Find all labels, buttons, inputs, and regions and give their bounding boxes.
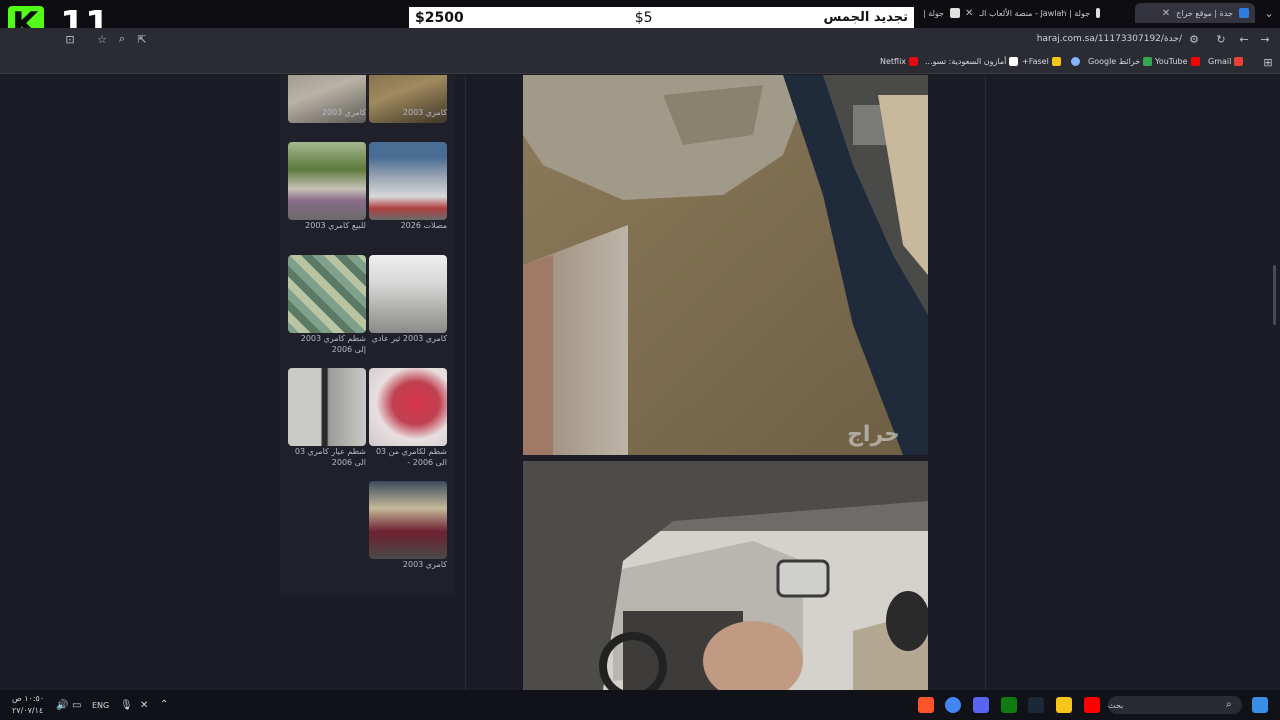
microphone-icon[interactable]: 🎙: [120, 700, 133, 711]
amazon-icon: [1009, 57, 1019, 66]
maps-icon: [1143, 57, 1153, 66]
listing-title[interactable]: كامري 2003: [369, 107, 447, 118]
clock-date[interactable]: ٢٧/٠٧/١٤: [12, 706, 43, 715]
forward-arrow-icon[interactable]: ←: [1237, 32, 1251, 46]
listing-title[interactable]: كامري 2003: [288, 107, 366, 118]
tab-jawlah-2[interactable]: جولة |: [910, 3, 960, 23]
bookmark-globe[interactable]: [1068, 57, 1080, 66]
brave-icon[interactable]: [918, 697, 934, 713]
bookmark-youtube[interactable]: YouTube: [1155, 57, 1200, 66]
overlay-amount: $5: [634, 9, 653, 26]
search-icon: ⌕: [1226, 699, 1232, 710]
bookmark-google-maps[interactable]: خرائط Google: [1088, 57, 1153, 66]
site-settings-icon[interactable]: ⚙: [1187, 32, 1201, 46]
listing-title[interactable]: للبيع كامري 2003: [288, 220, 366, 231]
jawlah-favicon-icon: [950, 8, 960, 18]
bookmark-fasel[interactable]: Fasel+: [1022, 57, 1061, 66]
volume-icon[interactable]: 🔊: [56, 700, 68, 711]
related-listings-panel: كامري 2003 كامري 2003 مصلات 2026 للبيع ك…: [280, 75, 455, 595]
column-divider: [985, 75, 986, 690]
listing-title[interactable]: مصلات 2026: [369, 220, 447, 231]
bookmark-amazon[interactable]: أمازون السعودية: تسو...: [925, 57, 1019, 66]
language-indicator[interactable]: ENG: [92, 701, 109, 710]
file-explorer-icon[interactable]: [1056, 697, 1072, 713]
netflix-icon: [909, 57, 919, 66]
close-tab-icon[interactable]: ✕: [965, 8, 973, 19]
tab-title: جولة | Jawlah - منصة الألعاب الـ: [979, 8, 1091, 18]
gmail-icon: [1234, 57, 1244, 66]
photo-car-door-ground: [523, 75, 928, 455]
photo-car-interior: [523, 461, 928, 690]
listing-thumbnail[interactable]: [369, 255, 447, 333]
scrollbar-thumb[interactable]: [1273, 265, 1276, 325]
xbox-icon[interactable]: [1001, 697, 1017, 713]
jawlah-favicon-icon: [1096, 8, 1100, 18]
listing-title[interactable]: شطم كامري 2003 إلى 2006: [288, 333, 366, 355]
apps-grid-icon[interactable]: ⊞: [1261, 55, 1275, 69]
taskbar-search-input[interactable]: بحث: [1108, 696, 1242, 714]
windows-start-icon[interactable]: [1252, 697, 1268, 713]
show-hidden-icons-icon[interactable]: ⌃: [160, 699, 168, 710]
zoom-icon[interactable]: ⌕: [115, 32, 129, 46]
bookmark-netflix[interactable]: Netflix: [880, 57, 919, 66]
url-field[interactable]: haraj.com.sa/11173307192/جدة/: [1000, 34, 1182, 46]
column-divider: [465, 75, 466, 690]
page-content: كامري 2003 كامري 2003 مصلات 2026 للبيع ك…: [0, 75, 1280, 690]
listing-title[interactable]: شطم لكامري من 03 الى 2006 -: [369, 446, 447, 468]
chrome-icon[interactable]: [945, 697, 961, 713]
overlay-title: تجديد الجمس: [823, 10, 908, 25]
tab-title: جولة |: [922, 8, 944, 18]
donation-overlay: $2500 $5 تجديد الجمس: [409, 7, 914, 28]
bookmark-star-icon[interactable]: ☆: [95, 32, 109, 46]
overlay-price: $2500: [415, 9, 464, 26]
listing-title[interactable]: كامري 2003: [369, 559, 447, 570]
tab-title: جدة | موقع حراج: [1176, 8, 1233, 18]
bookmark-gmail[interactable]: Gmail: [1208, 57, 1244, 66]
listing-thumbnail[interactable]: [369, 142, 447, 220]
tab-haraj[interactable]: جدة | موقع حراج ✕: [1135, 3, 1255, 23]
fasel-icon: [1051, 57, 1061, 66]
listing-thumbnail[interactable]: [288, 368, 366, 446]
listing-photo[interactable]: حراج: [523, 75, 928, 455]
tab-jawlah[interactable]: جولة | Jawlah - منصة الألعاب الـ ✕: [965, 3, 1100, 23]
listing-thumbnail[interactable]: [288, 255, 366, 333]
network-icon[interactable]: ▭: [72, 700, 81, 711]
listing-thumbnail[interactable]: [288, 142, 366, 220]
youtube-app-icon[interactable]: [1084, 697, 1100, 713]
haraj-watermark: حراج: [847, 422, 900, 447]
steam-icon[interactable]: [1028, 697, 1044, 713]
listing-thumbnail[interactable]: [369, 368, 447, 446]
reload-icon[interactable]: ↻: [1214, 32, 1228, 46]
tab-menu-icon[interactable]: ⌄: [1262, 6, 1276, 20]
extensions-icon[interactable]: ⊡: [63, 32, 77, 46]
listing-title[interactable]: شطم عيار كامري 03 الى 2006: [288, 446, 366, 468]
discord-icon[interactable]: [973, 697, 989, 713]
back-arrow-icon[interactable]: →: [1258, 32, 1272, 46]
youtube-icon: [1190, 57, 1200, 66]
listing-thumbnail[interactable]: [369, 481, 447, 559]
globe-icon: [1071, 57, 1080, 66]
haraj-favicon-icon: [1239, 8, 1249, 18]
listing-photo[interactable]: [523, 461, 928, 690]
share-icon[interactable]: ⇱: [135, 32, 149, 46]
listing-title[interactable]: كامري 2003 ثير عادي: [369, 333, 447, 344]
clock-time[interactable]: ١٠:٥٠ ص: [12, 694, 44, 703]
notifications-off-icon[interactable]: ✕: [140, 700, 148, 711]
close-tab-icon[interactable]: ✕: [1162, 8, 1170, 19]
